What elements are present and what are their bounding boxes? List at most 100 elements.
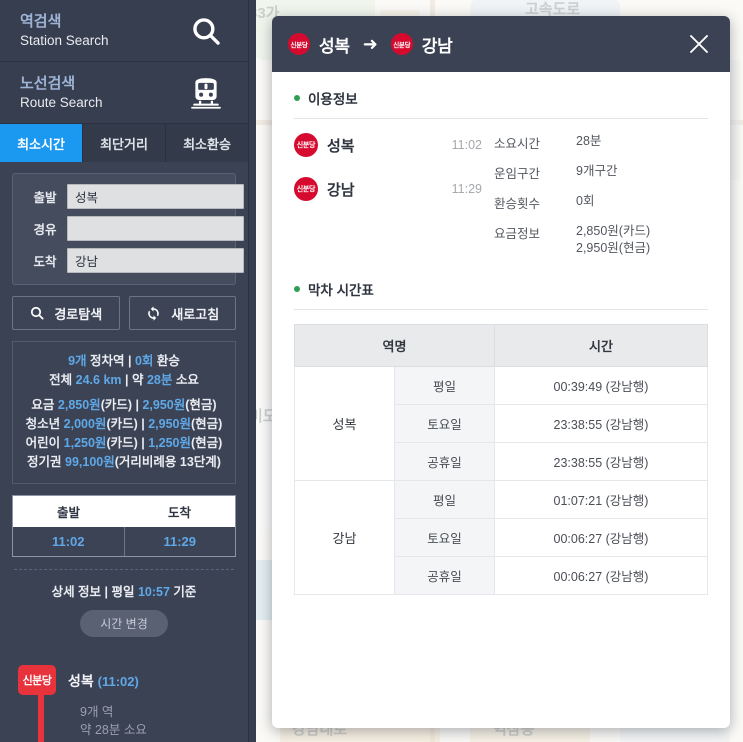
station-search-label-en: Station Search (20, 32, 109, 48)
to-line-badge: 신분당 (390, 33, 413, 55)
search-icon (29, 305, 45, 321)
arrival-station-name: 강남 (327, 181, 355, 199)
modal-title: 신분당 성복 ➜ 신분당 강남 (288, 32, 682, 57)
fare-adult: 요금 2,850원(카드) | 2,950원(현금) (31, 398, 217, 412)
usage-row-duration: 소요시간 28분 (494, 133, 708, 152)
close-icon[interactable] (682, 27, 716, 61)
timetable-header-station: 역명 (294, 324, 495, 367)
timetable-time: 23:38:55 (강남행) (494, 404, 708, 443)
train-icon (184, 72, 228, 114)
da-header-depart: 출발 (56, 506, 80, 520)
time-change-button[interactable]: 시간 변경 (80, 610, 168, 637)
usage-row-sections: 운임구간 9개구간 (494, 163, 708, 182)
sidebar-item-route-search[interactable]: 노선검색 Route Search (0, 62, 248, 124)
table-row: 강남 평일 01:07:21 (강남행) (294, 480, 708, 595)
da-header-arrive: 도착 (167, 506, 191, 520)
timetable-station-seongbok: 성복 (294, 366, 395, 481)
arrival-line-badge: 신분당 (294, 177, 318, 201)
waypoint-input[interactable] (67, 216, 244, 241)
divider (14, 569, 234, 570)
da-table-row: 11:02 11:29 (13, 527, 235, 556)
route-detail-modal: 신분당 성복 ➜ 신분당 강남 이용정보 신분당 성복 11:02 신분당 강남… (272, 16, 730, 728)
refresh-button[interactable]: 새로고침 (128, 296, 236, 330)
route-form: 출발 경유 도착 (12, 173, 244, 285)
route-start-badge: 신분당 (18, 665, 56, 695)
last-train-title: 막차 시간표 (294, 279, 708, 309)
waypoint-row: 경유 (23, 216, 244, 241)
usage-value: 28분 (576, 134, 602, 148)
refresh-icon (145, 305, 162, 322)
usage-stop-arrival: 신분당 강남 11:29 (294, 177, 494, 201)
timetable-header-row: 역명 시간 (294, 324, 708, 367)
usage-row-fare: 요금정보 2,850원(카드) 2,950원(현금) (494, 223, 708, 257)
bullet-icon (294, 286, 300, 292)
usage-key: 요금정보 (494, 227, 541, 241)
departure-input[interactable] (67, 184, 244, 209)
usage-value: 9개구간 (576, 164, 618, 178)
usage-row-transfers: 환승횟수 0회 (494, 193, 708, 212)
arrival-station-time: 11:29 (451, 182, 482, 196)
usage-key: 환승횟수 (494, 197, 541, 211)
da-depart-time: 11:02 (13, 527, 125, 556)
from-line-badge: 신분당 (288, 33, 310, 55)
timetable-header-time: 시간 (494, 324, 708, 367)
fare-child: 어린이 1,250원(카드) | 1,250원(현금) (25, 436, 223, 450)
departure-arrival-table: 출발 도착 11:02 11:29 (12, 495, 236, 557)
form-actions: 경로탐색 새로고침 (12, 296, 236, 330)
divider (294, 118, 708, 119)
refresh-button-label: 새로고침 (171, 306, 220, 322)
usage-stop-list: 신분당 성복 11:02 신분당 강남 11:29 (294, 133, 494, 257)
route-search-button[interactable]: 경로탐색 (12, 296, 120, 330)
timetable-time: 00:06:27 (강남행) (494, 518, 708, 557)
time-change-wrapper: 시간 변경 (0, 610, 248, 637)
usage-stop-departure: 신분당 성복 11:02 (294, 133, 494, 157)
timetable-time: 01:07:21 (강남행) (494, 480, 708, 519)
usage-value: 2,850원(카드) 2,950원(현금) (576, 224, 651, 255)
route-search-label-ko: 노선검색 (20, 74, 76, 92)
timetable-time: 23:38:55 (강남행) (494, 442, 708, 481)
bullet-icon (294, 95, 300, 101)
timetable-station-gangnam: 강남 (294, 480, 395, 595)
departure-station-time: 11:02 (451, 138, 482, 152)
tab-min-transfer[interactable]: 최소환승 (166, 124, 248, 162)
da-table-header: 출발 도착 (13, 496, 235, 527)
route-search-label-en: Route Search (20, 94, 103, 110)
da-arrive-time: 11:29 (163, 534, 197, 549)
last-train-timetable: 역명 시간 성복 평일 00:39:49 (강남행) 토요일 23:38:55 … (294, 324, 708, 595)
route-start-item[interactable]: 신분당 성복 (11:02) (18, 665, 248, 695)
to-station-name: 강남 (421, 36, 453, 56)
usage-value: 0회 (576, 194, 595, 208)
usage-detail-list: 소요시간 28분 운임구간 9개구간 환승횟수 0회 요금정보 2,850원(카… (494, 133, 708, 257)
station-search-label-ko: 역검색 (20, 12, 62, 30)
fare-youth: 청소년 2,000원(카드) | 2,950원(현금) (25, 417, 223, 431)
route-summary: 9개 정차역 | 0회 환승 전체 24.6 km | 약 28분 소요 요금 … (12, 341, 236, 484)
route-station-list: 신분당 성복 (11:02) 9개 역 약 28분 소요 하차 강남 (18, 665, 248, 742)
timetable-day: 토요일 (394, 404, 495, 443)
timetable-day: 공휴일 (394, 556, 495, 595)
route-connector-line (38, 695, 44, 742)
sidebar-divider (248, 0, 256, 742)
fare-pass: 정기권 99,100원(거리비례용 13단계) (27, 455, 221, 469)
modal-header: 신분당 성복 ➜ 신분당 강남 (272, 16, 730, 72)
usage-key: 운임구간 (494, 167, 541, 181)
modal-body: 이용정보 신분당 성복 11:02 신분당 강남 11:29 소요시간 28분 … (272, 72, 730, 728)
timetable-time: 00:39:49 (강남행) (494, 366, 708, 405)
waypoint-label: 경유 (33, 223, 57, 237)
detail-info-line: 상세 정보 | 평일 10:57 기준 (51, 585, 197, 599)
usage-info-grid: 신분당 성복 11:02 신분당 강남 11:29 소요시간 28분 운임구간 … (294, 133, 708, 263)
sidebar-item-station-search[interactable]: 역검색 Station Search (0, 0, 248, 62)
departure-line-badge: 신분당 (294, 133, 318, 157)
table-row: 성복 평일 00:39:49 (강남행) (294, 366, 708, 481)
arrival-row: 도착 (23, 248, 244, 273)
route-search-button-label: 경로탐색 (54, 306, 103, 322)
arrival-input[interactable] (67, 248, 244, 273)
search-icon (184, 10, 228, 52)
timetable-day: 공휴일 (394, 442, 495, 481)
tab-min-distance[interactable]: 최단거리 (83, 124, 166, 162)
arrival-label: 도착 (33, 255, 57, 269)
from-station-name: 성복 (319, 36, 350, 56)
arrow-icon: ➜ (362, 33, 378, 54)
summary-stops: 9개 정차역 | 0회 환승 (68, 354, 180, 368)
tab-min-time[interactable]: 최소시간 (0, 124, 83, 162)
departure-label: 출발 (33, 191, 57, 205)
